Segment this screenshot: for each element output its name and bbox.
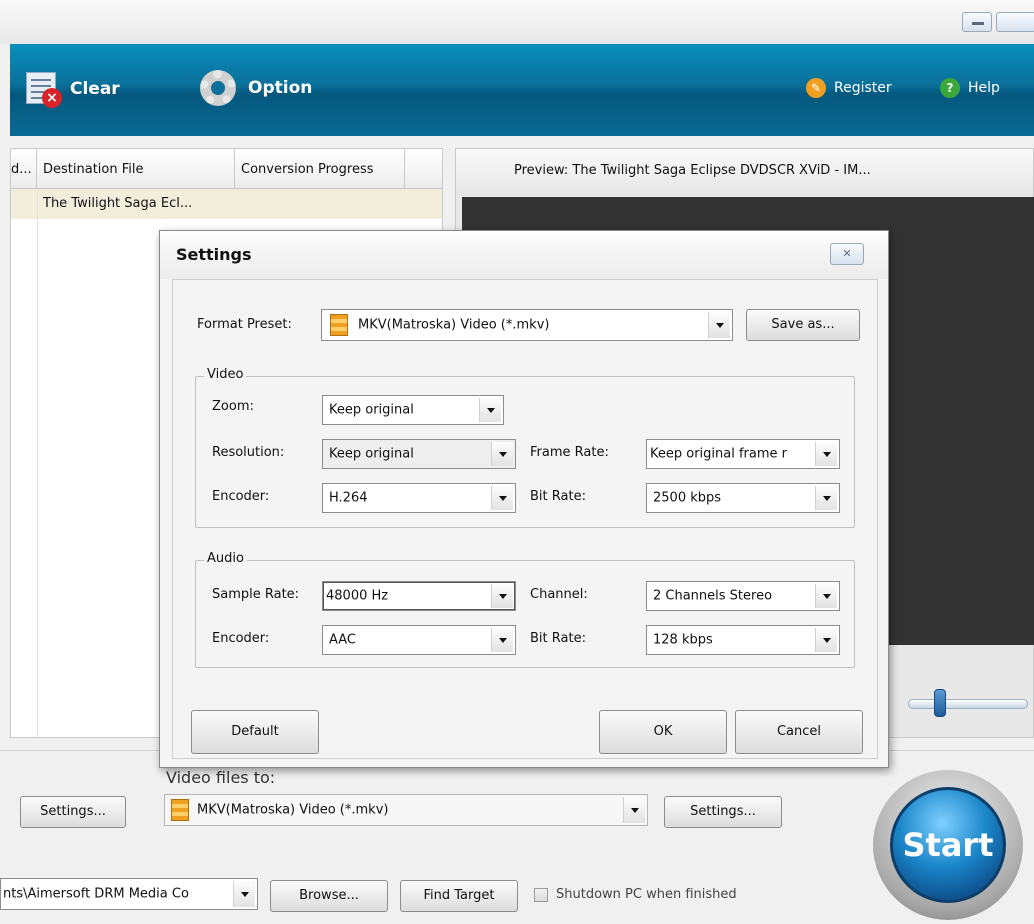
option-label: Option <box>248 78 313 98</box>
chevron-down-icon <box>815 442 837 466</box>
cancel-button[interactable]: Cancel <box>735 710 863 754</box>
audio-encoder-label: Encoder: <box>212 631 270 646</box>
mkv-format-icon <box>330 314 348 336</box>
frame-rate-label: Frame Rate: <box>530 445 609 460</box>
gear-icon <box>196 66 240 110</box>
sample-rate-value: 48000 Hz <box>326 588 389 604</box>
help-icon: ? <box>940 78 960 98</box>
dialog-body: Format Preset: MKV(Matroska) Video (*.mk… <box>172 279 878 759</box>
window-title-bar <box>0 0 1034 44</box>
video-files-to-label: Video files to: <box>166 768 276 787</box>
chevron-down-icon <box>815 628 837 652</box>
sample-rate-label: Sample Rate: <box>212 587 300 602</box>
chevron-down-icon <box>491 486 513 510</box>
audio-group: Audio Sample Rate: 48000 Hz Channel: 2 C… <box>195 551 855 668</box>
chevron-down-icon <box>479 398 501 422</box>
close-icon[interactable]: ✕ <box>830 243 864 265</box>
volume-slider-track[interactable] <box>908 699 1028 709</box>
audio-bit-rate-label: Bit Rate: <box>530 631 586 646</box>
dialog-title: Settings <box>176 245 252 264</box>
save-as-button[interactable]: Save as... <box>746 309 860 341</box>
column-header-progress[interactable]: Conversion Progress <box>235 149 405 188</box>
register-button[interactable]: ✎ Register <box>806 78 892 98</box>
destination-cell: The Twilight Saga Ecl... <box>43 196 193 211</box>
clear-label: Clear <box>70 79 120 99</box>
output-folder-select[interactable]: nts\Aimersoft DRM Media Co <box>0 878 258 910</box>
frame-rate-select[interactable]: Keep original frame r <box>646 439 840 469</box>
audio-encoder-value: AAC <box>329 632 356 648</box>
chevron-down-icon <box>233 881 255 907</box>
audio-encoder-select[interactable]: AAC <box>322 625 516 655</box>
output-folder-value: nts\Aimersoft DRM Media Co <box>3 886 189 902</box>
column-header-source[interactable]: d... <box>11 149 37 188</box>
chevron-down-icon <box>491 584 513 608</box>
column-divider <box>37 189 38 737</box>
video-group: Video Zoom: Keep original Resolution: Ke… <box>195 367 855 528</box>
chevron-down-icon <box>815 584 837 608</box>
resolution-select[interactable]: Keep original <box>322 439 516 469</box>
audio-bit-rate-select[interactable]: 128 kbps <box>646 625 840 655</box>
output-format-select[interactable]: MKV(Matroska) Video (*.mkv) <box>164 794 648 826</box>
channel-label: Channel: <box>530 587 588 602</box>
video-encoder-label: Encoder: <box>212 489 270 504</box>
format-preset-select[interactable]: MKV(Matroska) Video (*.mkv) <box>321 309 733 341</box>
shutdown-checkbox[interactable] <box>534 888 548 902</box>
mkv-format-icon <box>171 799 189 821</box>
shutdown-label: Shutdown PC when finished <box>556 887 737 902</box>
audio-bit-rate-value: 128 kbps <box>653 632 713 648</box>
video-legend: Video <box>204 367 247 382</box>
video-bit-rate-label: Bit Rate: <box>530 489 586 504</box>
audio-legend: Audio <box>204 551 247 566</box>
video-encoder-select[interactable]: H.264 <box>322 483 516 513</box>
preview-title: Preview: The Twilight Saga Eclipse DVDSC… <box>456 149 1033 195</box>
volume-slider-handle[interactable] <box>934 689 946 717</box>
video-encoder-value: H.264 <box>329 490 368 506</box>
register-icon: ✎ <box>806 78 826 98</box>
column-header-destination[interactable]: Destination File <box>37 149 235 188</box>
zoom-label: Zoom: <box>212 399 254 414</box>
channel-value: 2 Channels Stereo <box>653 588 773 604</box>
video-bit-rate-value: 2500 kbps <box>653 490 722 506</box>
settings-dialog: Settings ✕ Format Preset: MKV(Matroska) … <box>159 230 889 768</box>
resolution-label: Resolution: <box>212 445 285 460</box>
ok-button[interactable]: OK <box>599 710 727 754</box>
default-button[interactable]: Default <box>191 710 319 754</box>
chevron-down-icon <box>491 442 513 466</box>
video-bit-rate-select[interactable]: 2500 kbps <box>646 483 840 513</box>
option-button[interactable]: Option <box>196 66 312 110</box>
find-target-button[interactable]: Find Target <box>400 880 518 912</box>
format-preset-label: Format Preset: <box>197 317 292 332</box>
chevron-down-icon <box>491 628 513 652</box>
chevron-down-icon <box>708 312 730 338</box>
browse-button[interactable]: Browse... <box>270 880 388 912</box>
left-settings-button[interactable]: Settings... <box>20 796 126 828</box>
sample-rate-select[interactable]: 48000 Hz <box>322 581 516 611</box>
frame-rate-value: Keep original frame r <box>650 446 788 462</box>
help-label: Help <box>968 80 1000 96</box>
output-format-value: MKV(Matroska) Video (*.mkv) <box>197 802 389 818</box>
format-preset-value: MKV(Matroska) Video (*.mkv) <box>358 317 550 333</box>
dialog-title-bar: Settings ✕ <box>160 231 888 279</box>
table-row[interactable]: The Twilight Saga Ecl... <box>11 189 442 219</box>
register-label: Register <box>834 80 892 96</box>
chevron-down-icon <box>815 486 837 510</box>
output-settings-button[interactable]: Settings... <box>664 796 782 828</box>
file-list-header: d... Destination File Conversion Progres… <box>11 149 442 189</box>
minimize-icon <box>972 22 984 25</box>
close-button[interactable] <box>996 12 1034 32</box>
zoom-value: Keep original <box>329 402 414 418</box>
clear-icon: × <box>24 70 62 108</box>
resolution-value: Keep original <box>329 446 414 462</box>
minimize-button[interactable] <box>962 12 992 32</box>
clear-button[interactable]: × Clear <box>24 70 120 108</box>
start-button[interactable]: Start <box>890 787 1006 903</box>
help-button[interactable]: ? Help <box>940 78 1000 98</box>
channel-select[interactable]: 2 Channels Stereo <box>646 581 840 611</box>
zoom-select[interactable]: Keep original <box>322 395 504 425</box>
chevron-down-icon <box>623 797 645 823</box>
